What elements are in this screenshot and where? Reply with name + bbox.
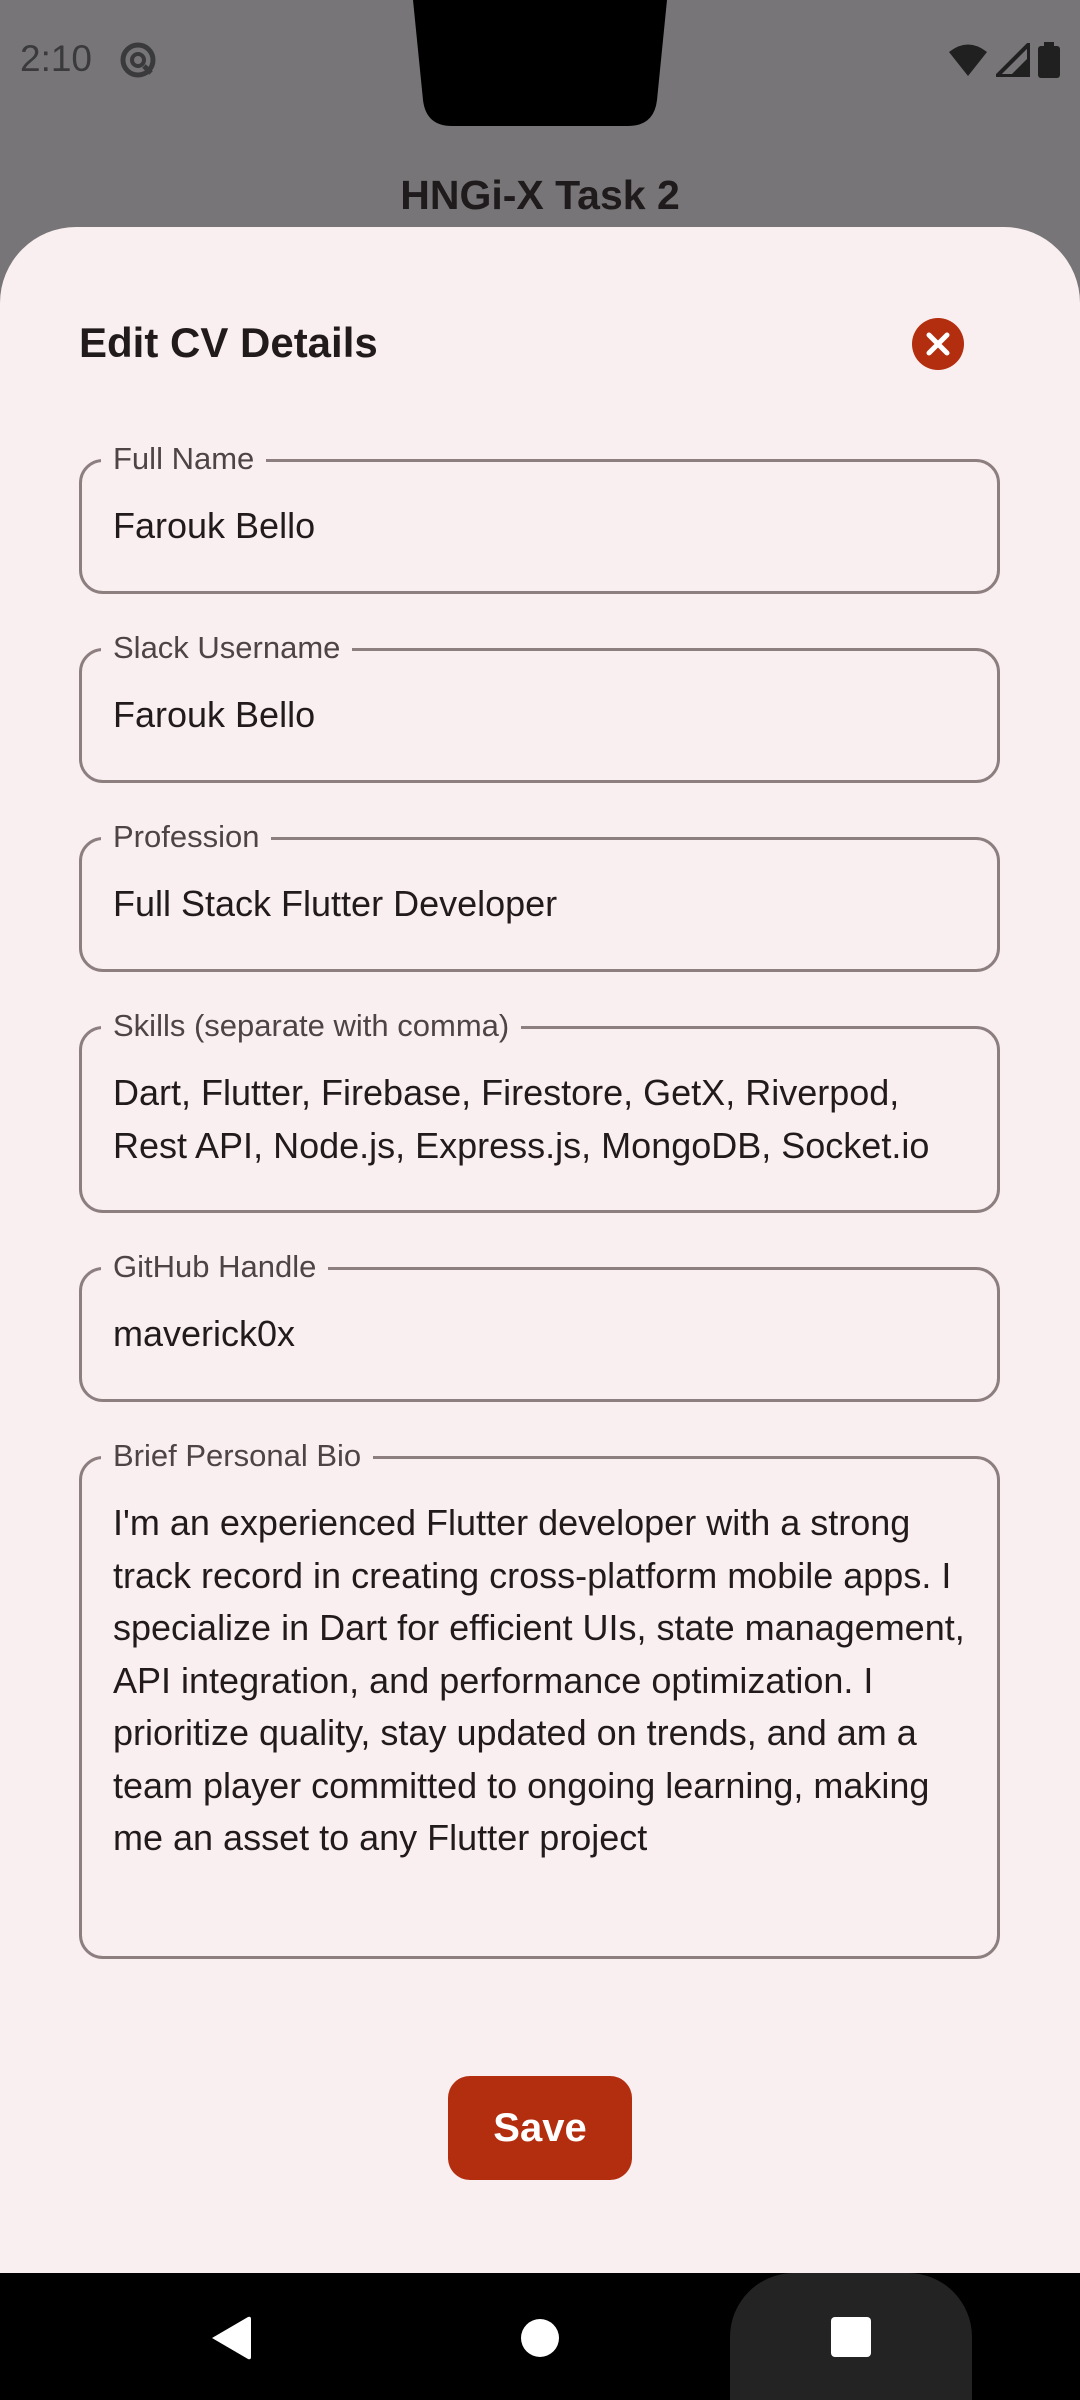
navigation-bar xyxy=(0,2273,1080,2400)
slack-username-value[interactable]: Farouk Bello xyxy=(113,689,969,742)
profession-value[interactable]: Full Stack Flutter Developer xyxy=(113,878,969,931)
github-handle-field[interactable]: GitHub Handle maverick0x xyxy=(79,1248,1000,1402)
skills-field[interactable]: Skills (separate with comma) Dart, Flutt… xyxy=(79,1007,1000,1213)
at-sign-icon xyxy=(120,42,156,78)
camera-notch xyxy=(413,0,667,126)
full-name-label: Full Name xyxy=(101,440,267,478)
full-name-field[interactable]: Full Name Farouk Bello xyxy=(79,440,1000,594)
full-name-value[interactable]: Farouk Bello xyxy=(113,500,969,553)
close-circle-icon xyxy=(926,332,950,356)
sheet-title: Edit CV Details xyxy=(79,319,378,366)
save-button[interactable]: Save xyxy=(448,2076,632,2180)
status-bar: 2:10 xyxy=(0,0,1080,126)
slack-username-field[interactable]: Slack Username Farouk Bello xyxy=(79,629,1000,783)
bio-field[interactable]: Brief Personal Bio I'm an experienced Fl… xyxy=(79,1437,1000,1959)
bio-value[interactable]: I'm an experienced Flutter developer wit… xyxy=(113,1497,969,1865)
profession-field[interactable]: Profession Full Stack Flutter Developer xyxy=(79,818,1000,972)
nav-recents-button[interactable] xyxy=(730,2273,972,2400)
signal-icon xyxy=(996,43,1030,77)
battery-icon xyxy=(1038,42,1060,78)
wifi-icon xyxy=(949,44,987,76)
profession-label: Profession xyxy=(101,818,272,856)
home-icon xyxy=(521,2319,559,2357)
app-title: HNGi-X Task 2 xyxy=(400,172,680,218)
status-time: 2:10 xyxy=(20,38,93,79)
nav-home-button[interactable] xyxy=(500,2298,580,2378)
bio-label: Brief Personal Bio xyxy=(101,1437,374,1475)
back-icon xyxy=(212,2316,251,2360)
edit-cv-sheet: Edit CV Details Full Name Farouk Bello S… xyxy=(0,227,1080,2273)
github-handle-value[interactable]: maverick0x xyxy=(113,1308,969,1361)
close-button[interactable] xyxy=(912,318,964,370)
status-icons xyxy=(948,40,1060,80)
skills-label: Skills (separate with comma) xyxy=(101,1007,522,1045)
github-handle-label: GitHub Handle xyxy=(101,1248,329,1286)
nav-back-button[interactable] xyxy=(190,2298,270,2378)
skills-value[interactable]: Dart, Flutter, Firebase, Firestore, GetX… xyxy=(113,1067,969,1172)
recents-icon xyxy=(831,2316,871,2357)
slack-username-label: Slack Username xyxy=(101,629,353,667)
